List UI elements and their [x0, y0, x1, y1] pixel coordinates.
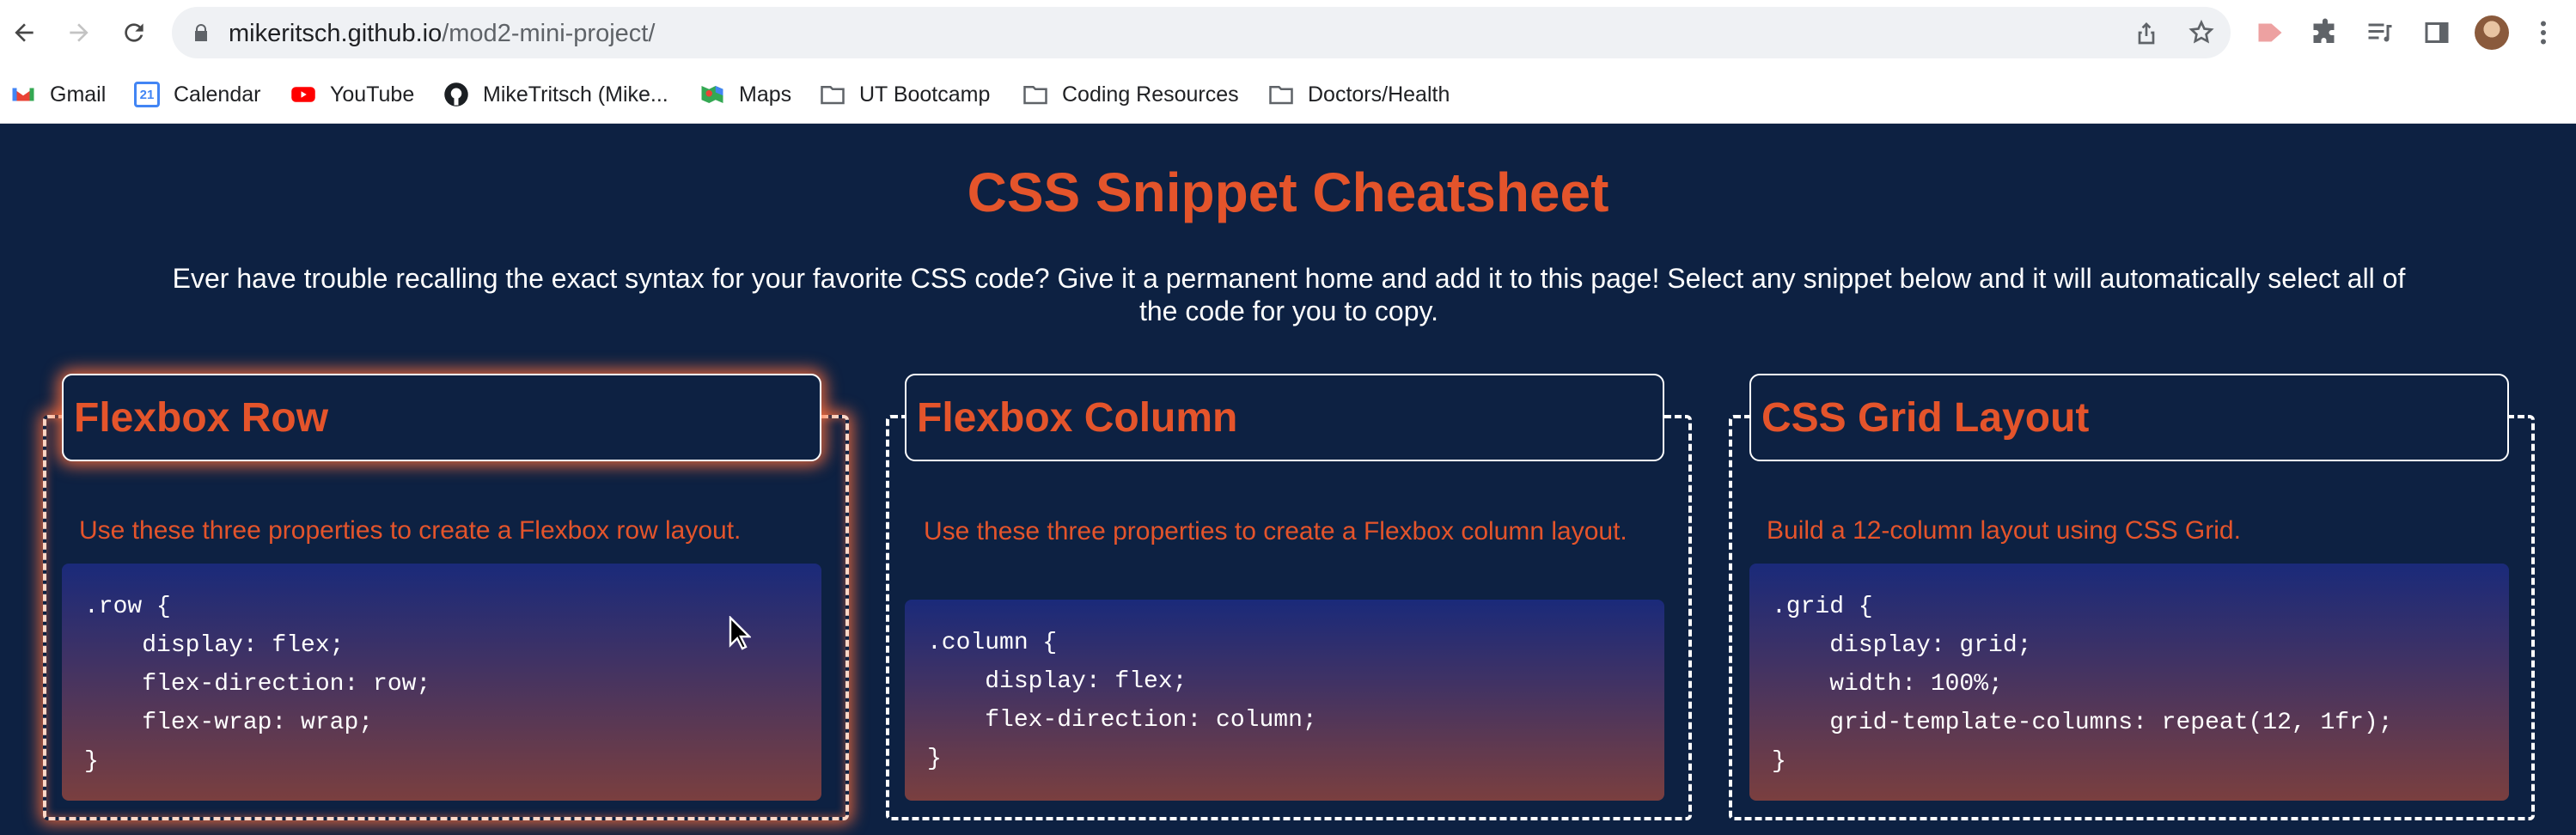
- media-queue-icon[interactable]: [2365, 17, 2396, 48]
- bookmark-doctors-health[interactable]: Doctors/Health: [1268, 77, 1450, 112]
- url-path: /mod2-mini-project/: [442, 20, 656, 47]
- card-title: Flexbox Column: [917, 395, 1238, 441]
- github-icon: [444, 82, 468, 107]
- side-panel-icon[interactable]: [2421, 17, 2452, 48]
- extensions-puzzle-icon[interactable]: [2310, 17, 2341, 48]
- extension-cast-icon[interactable]: [2255, 17, 2286, 48]
- bookmark-coding-resources[interactable]: Coding Resources: [1022, 77, 1239, 112]
- card-header: Flexbox Row: [62, 374, 821, 461]
- back-arrow-icon: [15, 23, 34, 42]
- bookmark-github[interactable]: MikeTritsch (Mike...: [443, 77, 668, 112]
- reload-icon: [125, 23, 143, 42]
- code-snippet[interactable]: .row { display: flex; flex-direction: ro…: [62, 564, 821, 801]
- code-snippet[interactable]: .column { display: flex; flex-direction:…: [905, 600, 1664, 801]
- more-menu-icon[interactable]: [2528, 17, 2559, 48]
- bookmark-label: MikeTritsch (Mike...: [483, 82, 668, 107]
- bookmark-label: Calendar: [174, 82, 261, 107]
- bookmark-label: Maps: [739, 82, 792, 107]
- bookmarks-bar: Gmail 21 Calendar YouTube MikeTritsch (M…: [0, 65, 2576, 124]
- page-title: CSS Snippet Cheatsheet: [967, 162, 1609, 223]
- bookmark-label: Gmail: [50, 82, 107, 107]
- card-header: CSS Grid Layout: [1749, 374, 2509, 461]
- card-title: Flexbox Row: [74, 395, 329, 441]
- folder-icon: [821, 86, 845, 105]
- address-bar[interactable]: mikeritsch.github.io/mod2-mini-project/: [172, 7, 2231, 58]
- calendar-icon: 21: [134, 82, 160, 107]
- bookmark-label: UT Bootcamp: [859, 82, 991, 107]
- bookmark-label: Doctors/Health: [1308, 82, 1450, 107]
- code-snippet[interactable]: .grid { display: grid; width: 100%; grid…: [1749, 564, 2509, 801]
- folder-icon: [1023, 86, 1047, 105]
- browser-toolbar: mikeritsch.github.io/mod2-mini-project/: [0, 0, 2576, 65]
- mouse-cursor-icon: [729, 616, 751, 650]
- forward-arrow-icon: [70, 23, 89, 42]
- page-intro: Ever have trouble recalling the exact sy…: [172, 263, 2406, 326]
- card-header: Flexbox Column: [905, 374, 1664, 461]
- maps-icon: [701, 86, 723, 103]
- bookmark-calendar[interactable]: 21 Calendar: [134, 77, 260, 112]
- card-description: Use these three properties to create a F…: [924, 517, 1627, 545]
- share-icon[interactable]: [2133, 19, 2160, 46]
- lock-icon: [195, 24, 207, 41]
- youtube-icon: [291, 87, 315, 102]
- back-button[interactable]: [3, 12, 45, 53]
- card-description: Build a 12-column layout using CSS Grid.: [1767, 516, 2241, 545]
- folder-icon: [1269, 86, 1293, 105]
- url-text: mikeritsch.github.io/mod2-mini-project/: [229, 20, 655, 48]
- bookmark-gmail[interactable]: Gmail: [10, 77, 106, 112]
- card-description: Use these three properties to create a F…: [79, 516, 742, 545]
- bookmark-youtube[interactable]: YouTube: [290, 77, 414, 112]
- bookmark-label: YouTube: [330, 82, 415, 107]
- forward-button[interactable]: [58, 12, 100, 53]
- reload-button[interactable]: [113, 12, 155, 53]
- url-domain: mikeritsch.github.io: [229, 20, 443, 47]
- card-title: CSS Grid Layout: [1761, 395, 2090, 441]
- bookmark-ut-bootcamp[interactable]: UT Bootcamp: [820, 77, 990, 112]
- bookmark-star-icon[interactable]: [2188, 19, 2215, 46]
- gmail-icon: [12, 88, 34, 101]
- profile-avatar[interactable]: [2475, 15, 2509, 50]
- bookmark-maps[interactable]: Maps: [699, 77, 791, 112]
- bookmark-label: Coding Resources: [1062, 82, 1239, 107]
